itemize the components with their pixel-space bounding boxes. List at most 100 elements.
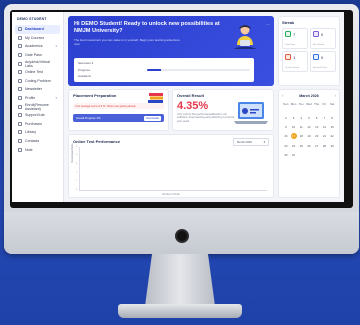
calendar-day[interactable]: 6	[313, 116, 321, 120]
sidebar-item-label: Anydesk/Virtual Labs	[25, 59, 50, 68]
period-select[interactable]: Month 2026 ▾	[233, 138, 269, 146]
streak-value: 0	[321, 54, 324, 60]
sidebar-item[interactable]: Enroll(Resume Assistant)	[15, 102, 60, 111]
perf-y-tick: 4	[76, 154, 78, 157]
view-details-button[interactable]: View Details	[143, 115, 161, 121]
sidebar-item[interactable]: Anydesk/Virtual Labs	[15, 59, 60, 68]
sidebar-item-label: Purchases	[25, 121, 42, 126]
sidebar-item[interactable]: Dashboard	[15, 25, 60, 34]
perf-chart-area: 5 4 3 2 1 0	[76, 146, 267, 191]
calendar-day[interactable]: 22	[328, 134, 336, 139]
result-card: Overall Result 4.35% Your current Test p…	[172, 89, 274, 131]
nav-item-icon	[18, 78, 22, 83]
sidebar-item[interactable]: Online Test	[15, 68, 60, 77]
calendar-day[interactable]: 26	[305, 144, 313, 148]
calendar-day[interactable]: 9	[282, 125, 290, 129]
sidebar-item-label: Academics	[25, 44, 43, 49]
sidebar-item[interactable]: My Courses	[15, 34, 60, 43]
student-illustration-icon	[234, 25, 256, 49]
calendar-day[interactable]: 20	[313, 134, 321, 139]
placement-card: Placement Preparation Your average score…	[68, 89, 169, 131]
calendar-day[interactable]: 27	[313, 144, 321, 148]
calendar-day[interactable]: 13	[313, 125, 321, 129]
sidebar-item[interactable]: Support/Lab	[15, 111, 60, 120]
calendar-day[interactable]: 16	[282, 134, 290, 139]
sidebar-item[interactable]: Note	[15, 145, 60, 154]
main-content: Hi DEMO Student! Ready to unlock new pos…	[64, 12, 344, 202]
calendar-day[interactable]: 19	[305, 134, 313, 139]
nav-item-icon	[18, 44, 22, 49]
calendar-day[interactable]: 30	[282, 153, 290, 157]
calendar-grid: Sun Mon Tue Wed Thu Fri Sat 2 3 4 5 6 7 8 9 10 11 12 13 14 1…	[282, 102, 336, 157]
calendar-day[interactable]: 25	[297, 144, 305, 148]
calendar-day[interactable]: 29	[328, 144, 336, 148]
sidebar-item[interactable]: Profile ▾	[15, 94, 60, 103]
sidebar-item[interactable]: Coding Problem	[15, 77, 60, 86]
sidebar-item[interactable]: Gate Pass	[15, 51, 60, 60]
nav-item-icon	[18, 139, 22, 144]
calendar-weekday: Fri	[322, 102, 327, 106]
calendar-day	[321, 153, 329, 157]
calendar-day[interactable]: 12	[305, 125, 313, 129]
sidebar-item-label: Note	[25, 147, 33, 152]
hero-row: Academic	[78, 73, 250, 79]
next-month-icon[interactable]: ›	[335, 93, 336, 98]
calendar-day	[313, 153, 321, 157]
sidebar-item-label: Gate Pass	[25, 53, 42, 58]
calendar-day[interactable]: 31	[290, 153, 298, 157]
calendar-day[interactable]: 2	[282, 116, 290, 120]
nav-item-icon	[18, 61, 22, 66]
calendar-day[interactable]: 14	[321, 125, 329, 129]
sidebar-item[interactable]: Contacts	[15, 137, 60, 146]
placement-progress: Overall Progress: 0% View Details	[73, 114, 164, 122]
sidebar-item-label: Contacts	[25, 139, 40, 144]
sidebar-item[interactable]: Library	[15, 128, 60, 137]
semester-summary-card: Semester 4 Progress Academic	[74, 58, 254, 82]
calendar-day[interactable]: 21	[321, 134, 329, 139]
welcome-banner: Hi DEMO Student! Ready to unlock new pos…	[68, 16, 274, 86]
calendar-day	[305, 153, 313, 157]
result-title: Overall Result	[177, 93, 204, 98]
summary-row: Placement Preparation Your average score…	[68, 89, 274, 131]
calendar-day[interactable]: 15	[328, 125, 336, 129]
semester-progress-bar	[146, 68, 250, 71]
sidebar-item[interactable]: Purchases	[15, 120, 60, 129]
nav-item-icon	[18, 121, 22, 126]
streak-tile: 0 Reward Points	[310, 51, 336, 72]
calendar-day[interactable]: 5	[305, 116, 313, 120]
calendar-day[interactable]: 4	[297, 116, 305, 120]
perf-x-label: Number of Tests	[162, 193, 180, 196]
calendar-day	[328, 153, 336, 157]
perf-y-tick: 3	[76, 162, 78, 165]
calendar-day[interactable]: 8	[328, 116, 336, 120]
streak-tiles: 7 Total Days 0 Best Streak 1 Current Streak 0 R…	[282, 28, 336, 72]
calendar-weekday: Tue	[298, 102, 304, 106]
calendar-day	[297, 153, 305, 157]
main-column: Hi DEMO Student! Ready to unlock new pos…	[68, 16, 274, 198]
calendar-day[interactable]: 18	[297, 134, 305, 139]
check-icon	[285, 31, 291, 37]
sidebar-item[interactable]: Newsletter	[15, 85, 60, 94]
streak-card: Streak 7 Total Days 0 Best Streak 1 Current S…	[278, 16, 340, 86]
calendar-day[interactable]: 24	[290, 144, 298, 148]
calendar-month: March 2026	[299, 93, 319, 98]
power-button-icon	[175, 229, 189, 243]
prev-month-icon[interactable]: ‹	[282, 93, 283, 98]
streak-caption: Best Streak	[313, 44, 325, 46]
calendar-day[interactable]: 7	[321, 116, 329, 120]
calendar-day[interactable]: 17	[290, 133, 297, 139]
sidebar-item-label: Dashboard	[25, 27, 44, 32]
star-icon	[313, 54, 319, 60]
perf-y-tick: 1	[76, 180, 78, 183]
calendar-day[interactable]: 3	[290, 116, 298, 120]
calendar-day[interactable]: 28	[321, 144, 329, 148]
streak-value: 7	[293, 31, 296, 37]
calendar-day[interactable]: 11	[297, 125, 305, 129]
perf-y-label: Percentage/Marks	[71, 143, 74, 163]
nav-item-icon	[18, 130, 22, 135]
flame-icon	[285, 54, 291, 60]
sidebar-item[interactable]: Academics ▾	[15, 42, 60, 51]
calendar-day[interactable]: 23	[282, 144, 290, 148]
nav-item-icon	[18, 35, 22, 40]
calendar-day[interactable]: 10	[290, 125, 298, 129]
